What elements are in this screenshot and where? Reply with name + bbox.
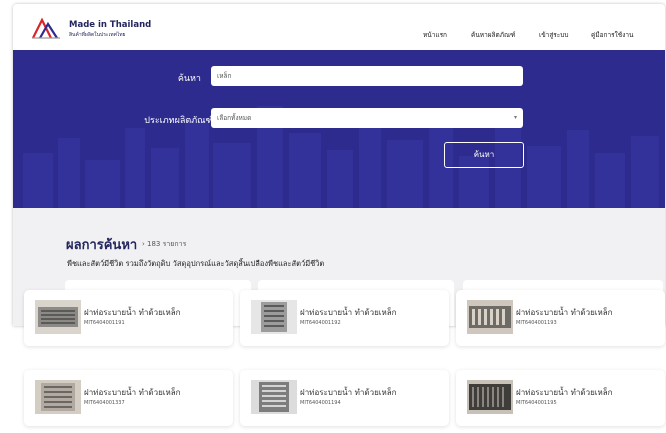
product-type-value: เลือกทั้งหมด — [217, 114, 252, 122]
product-name[interactable]: ฝาท่อระบายน้ำ ทำด้วยเหล็ก — [84, 386, 181, 399]
product-card[interactable]: ฝาท่อระบายน้ำ ทำด้วยเหล็ก MIT6404001192 — [240, 290, 449, 346]
results-description: พืชและสัตว์มีชีวิต รวมถึงวัตถุดิบ วัสดุอ… — [67, 259, 325, 268]
chevron-down-icon: ▾ — [513, 114, 517, 121]
product-name[interactable]: ฝาท่อระบายน้ำ ทำด้วยเหล็ก — [516, 306, 613, 319]
search-hero: ค้นหา เหล็ก ประเภทผลิตภัณฑ์ เลือกทั้งหมด… — [13, 50, 665, 208]
site-header: Made in Thailand สินค้าที่ผลิตในประเทศไท… — [13, 4, 665, 50]
product-card[interactable]: ฝาท่อระบายน้ำ ทำด้วยเหล็ก MIT6404001194 — [240, 370, 449, 426]
product-code: MIT6404001194 — [300, 400, 341, 406]
product-card[interactable]: ฝาท่อระบายน้ำ ทำด้วยเหล็ก MIT6404001191 — [24, 290, 233, 346]
product-card[interactable]: ฝาท่อระบายน้ำ ทำด้วยเหล็ก MIT6404001193 — [456, 290, 665, 346]
search-keyword-input[interactable]: เหล็ก — [211, 66, 523, 86]
nav-home[interactable]: หน้าแรก — [423, 30, 447, 40]
product-image — [467, 300, 513, 334]
product-code: MIT6404001195 — [516, 400, 557, 406]
search-keyword-label: ค้นหา — [177, 74, 201, 84]
product-code: MIT6404001337 — [84, 400, 125, 406]
product-code: MIT6404001193 — [516, 320, 557, 326]
search-button[interactable]: ค้นหา — [444, 142, 524, 168]
product-card[interactable]: ฝาท่อระบายน้ำ ทำด้วยเหล็ก MIT6404001195 — [456, 370, 665, 426]
product-name[interactable]: ฝาท่อระบายน้ำ ทำด้วยเหล็ก — [516, 386, 613, 399]
nav-search-products[interactable]: ค้นหาผลิตภัณฑ์ — [471, 30, 515, 40]
results-title: ผลการค้นหา — [66, 238, 138, 253]
product-image — [35, 300, 81, 334]
product-image — [35, 380, 81, 414]
product-image — [251, 300, 297, 334]
nav-login[interactable]: เข้าสู่ระบบ — [539, 30, 569, 40]
product-image — [251, 380, 297, 414]
product-card[interactable]: ฝาท่อระบายน้ำ ทำด้วยเหล็ก MIT6404001337 — [24, 370, 233, 426]
product-type-select[interactable]: เลือกทั้งหมด ▾ — [211, 108, 523, 128]
results-count: › 183 รายการ — [142, 240, 187, 248]
product-name[interactable]: ฝาท่อระบายน้ำ ทำด้วยเหล็ก — [84, 306, 181, 319]
logo-icon[interactable] — [31, 16, 61, 40]
nav-user-manual[interactable]: คู่มือการใช้งาน — [591, 30, 633, 40]
product-name[interactable]: ฝาท่อระบายน้ำ ทำด้วยเหล็ก — [300, 306, 397, 319]
product-image — [467, 380, 513, 414]
product-code: MIT6404001192 — [300, 320, 341, 326]
brand-subtitle: สินค้าที่ผลิตในประเทศไทย — [69, 32, 126, 38]
product-name[interactable]: ฝาท่อระบายน้ำ ทำด้วยเหล็ก — [300, 386, 397, 399]
brand-title[interactable]: Made in Thailand — [69, 20, 151, 30]
product-type-label: ประเภทผลิตภัณฑ์ — [144, 116, 213, 126]
product-code: MIT6404001191 — [84, 320, 125, 326]
browser-frame: Made in Thailand สินค้าที่ผลิตในประเทศไท… — [13, 4, 665, 326]
